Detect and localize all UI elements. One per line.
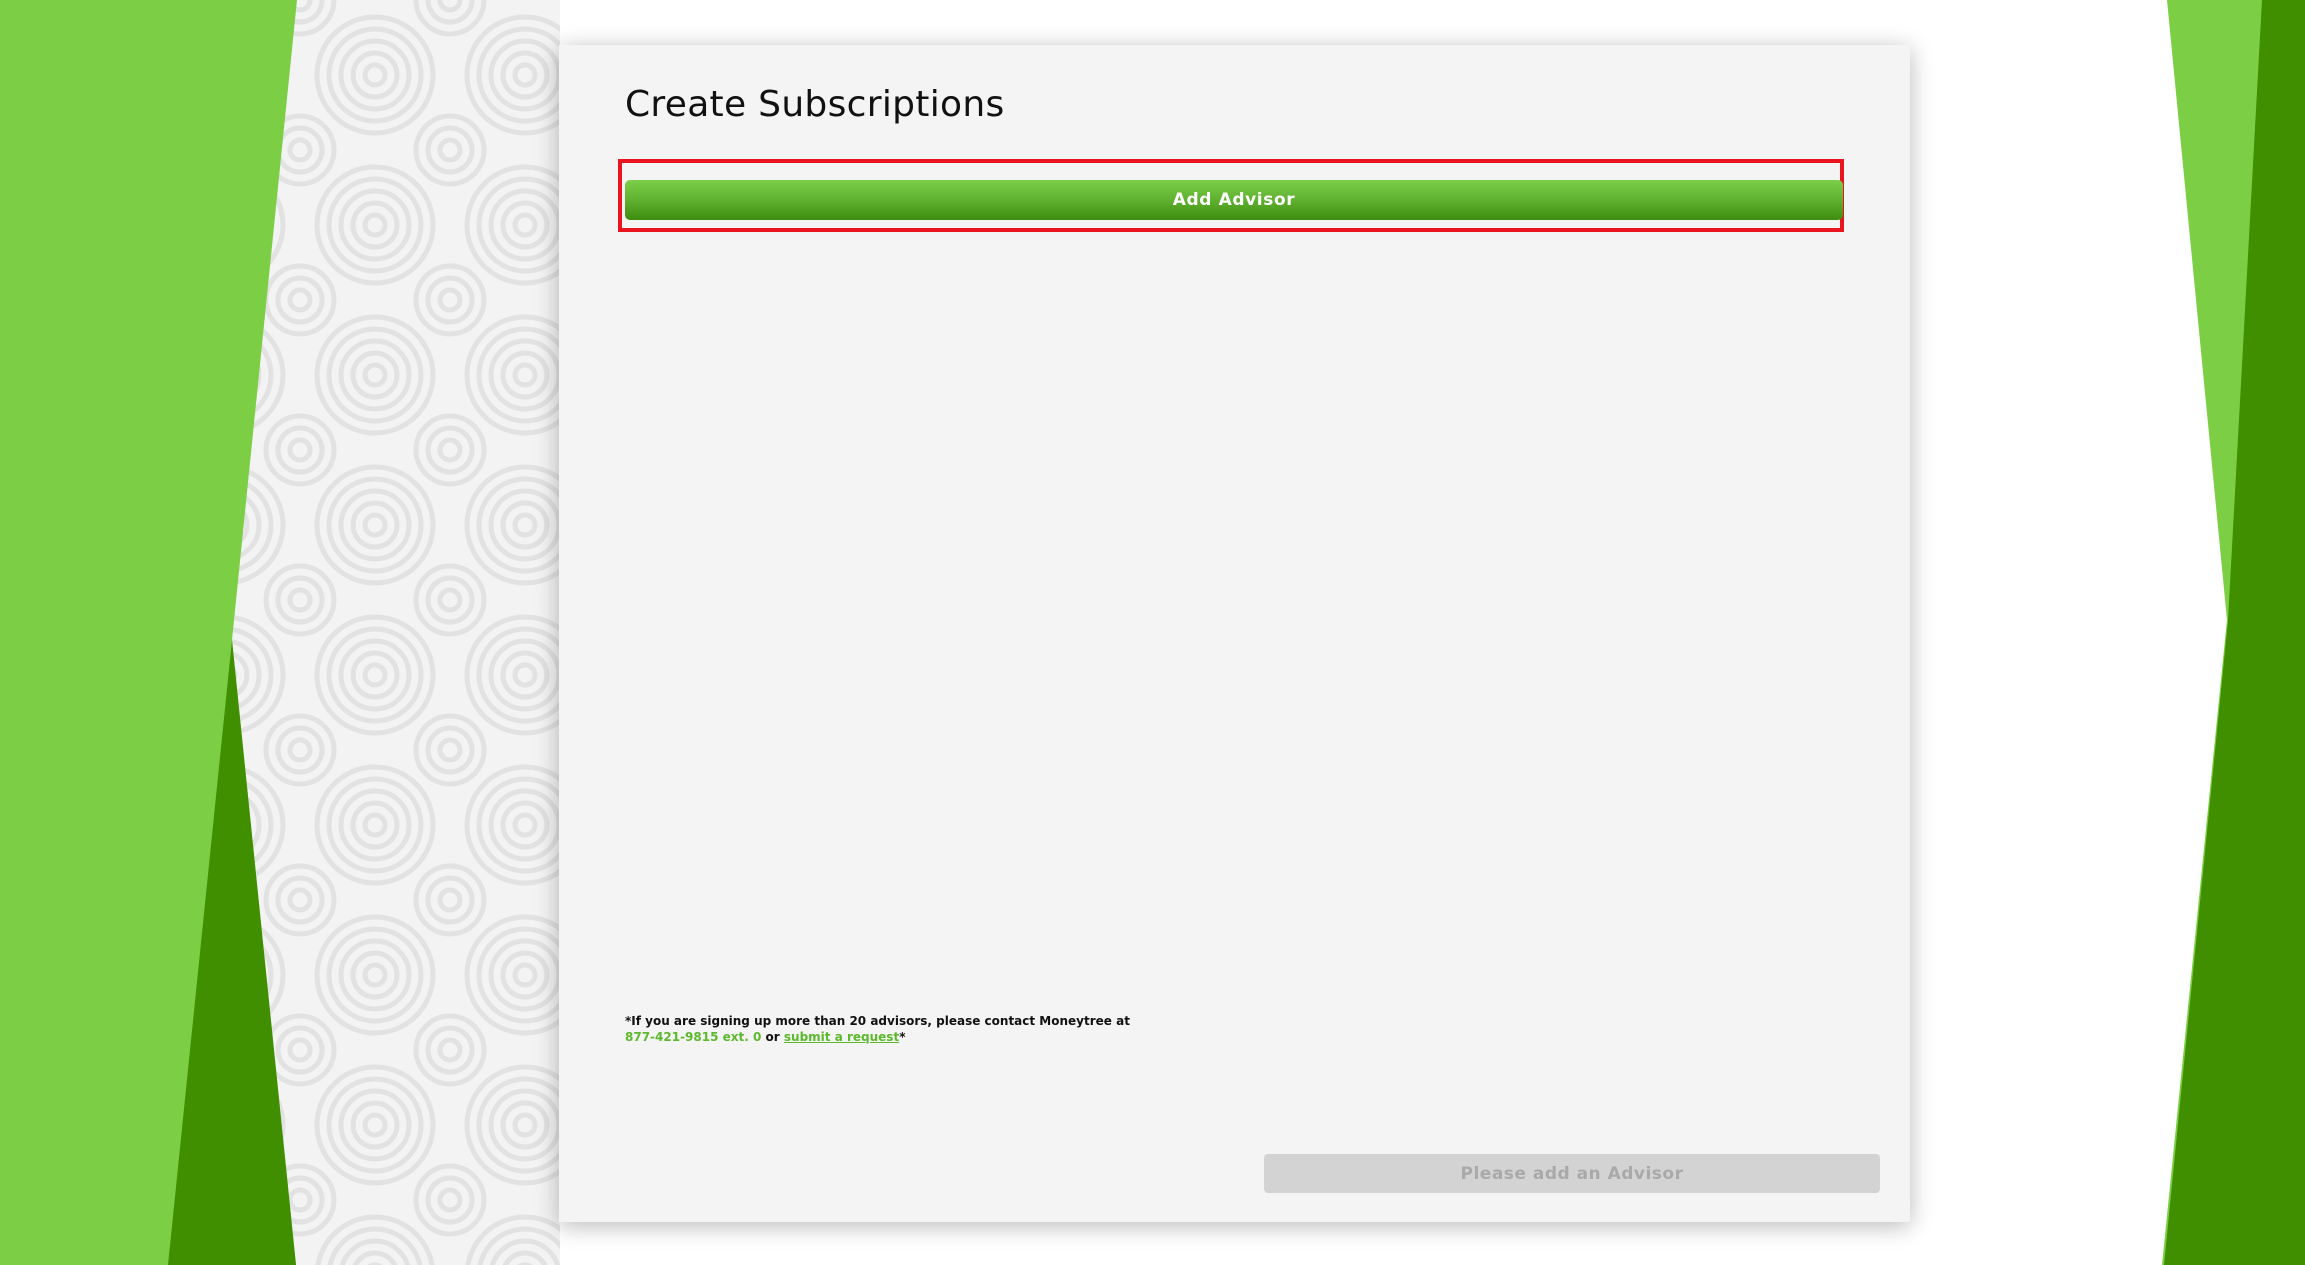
note-suffix-text: * [899, 1030, 906, 1044]
note-connector-text: or [765, 1030, 780, 1044]
page-title: Create Subscriptions [625, 84, 1005, 125]
add-advisor-button[interactable]: Add Advisor [625, 180, 1843, 220]
support-phone: 877-421-9815 ext. 0 [625, 1030, 762, 1044]
note-prefix-text: *If you are signing up more than 20 advi… [625, 1014, 1130, 1028]
page-background: Create Subscriptions Add Advisor *If you… [0, 0, 2305, 1265]
submit-subscription-button[interactable]: Please add an Advisor [1264, 1154, 1880, 1193]
submit-request-link[interactable]: submit a request [784, 1030, 899, 1044]
advisor-limit-note: *If you are signing up more than 20 advi… [625, 1013, 1145, 1045]
subscription-card: Create Subscriptions Add Advisor *If you… [559, 45, 1910, 1222]
